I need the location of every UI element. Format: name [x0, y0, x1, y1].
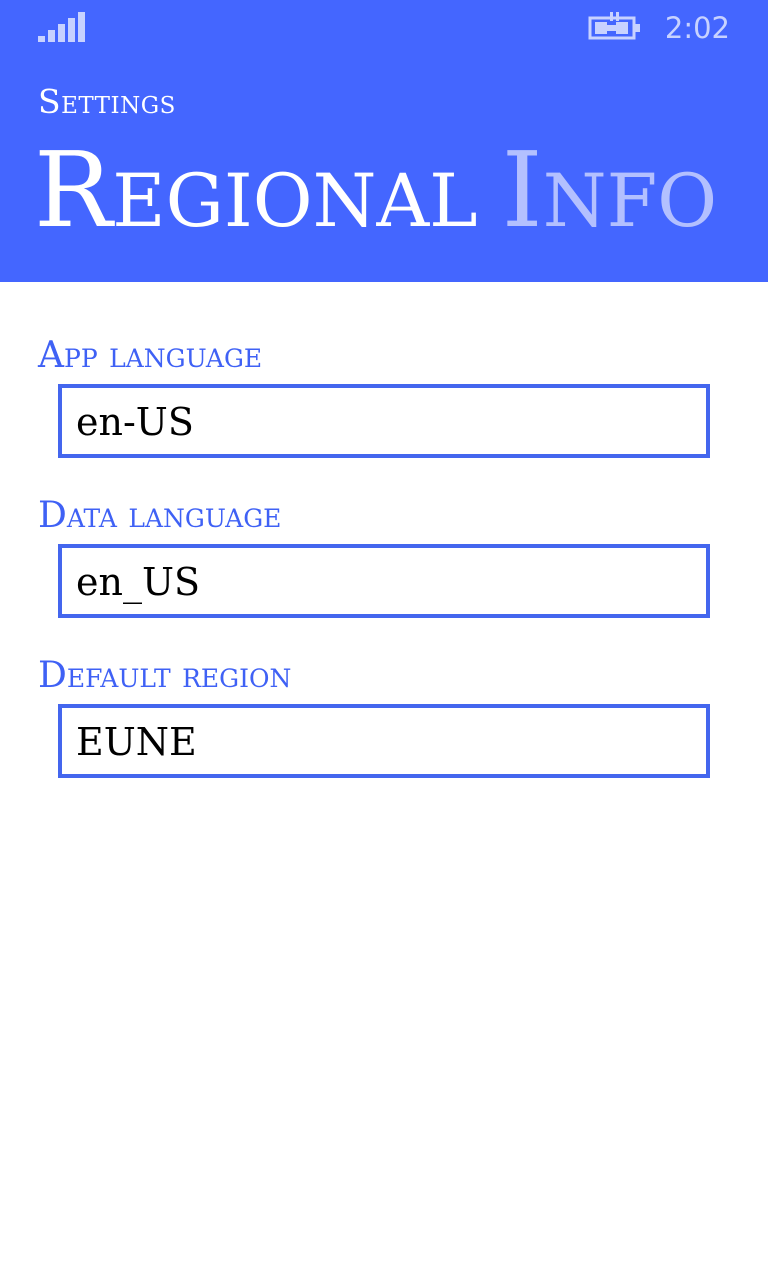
app-language-label: App language — [38, 335, 263, 376]
header: 2:02 Settings Regional Info — [0, 0, 768, 282]
app-language-value: en-US — [76, 400, 194, 444]
signal-strength-icon — [38, 12, 85, 42]
default-region-label: Default region — [38, 655, 292, 696]
pivot-tab-regional[interactable]: Regional — [34, 129, 478, 251]
app-title: Settings — [38, 82, 176, 121]
app-language-field[interactable]: en-US — [58, 384, 710, 458]
status-clock: 2:02 — [664, 11, 730, 45]
default-region-field[interactable]: EUNE — [58, 704, 710, 778]
status-bar: 2:02 — [0, 0, 768, 56]
data-language-label: Data language — [38, 495, 282, 536]
data-language-value: en_US — [76, 560, 201, 604]
pivot-header: Regional Info — [34, 130, 717, 250]
data-language-field[interactable]: en_US — [58, 544, 710, 618]
pivot-tab-info[interactable]: Info — [502, 129, 717, 251]
default-region-value: EUNE — [76, 720, 197, 764]
battery-charging-icon — [588, 12, 640, 40]
